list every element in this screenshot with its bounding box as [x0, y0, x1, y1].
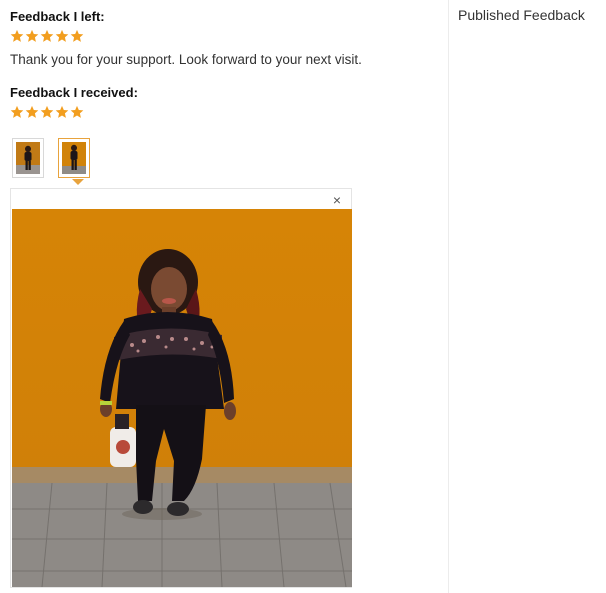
feedback-left-heading: Feedback I left: — [10, 9, 105, 24]
star-icon — [70, 29, 84, 42]
feedback-panel: Feedback I left: Thank you for your supp… — [0, 0, 448, 593]
feedback-left-rating — [10, 29, 84, 45]
feedback-received-rating — [10, 105, 84, 121]
feedback-photo[interactable] — [12, 209, 352, 587]
star-icon — [25, 29, 39, 42]
star-icon — [40, 29, 54, 42]
photo-thumbnail-image — [62, 142, 86, 174]
feedback-left-comment: Thank you for your support. Look forward… — [10, 52, 362, 67]
feedback-received-heading: Feedback I received: — [10, 85, 138, 100]
active-thumbnail-indicator — [72, 179, 84, 185]
close-icon[interactable]: × — [333, 192, 341, 208]
star-icon — [70, 105, 84, 118]
star-icon — [55, 105, 69, 118]
sidebar: Published Feedback — [448, 0, 606, 593]
star-icon — [10, 105, 24, 118]
star-icon — [25, 105, 39, 118]
star-icon — [55, 29, 69, 42]
photo-thumbnail-image — [16, 142, 40, 174]
published-feedback-title[interactable]: Published Feedback — [458, 7, 585, 23]
photo-thumbnail-2[interactable] — [58, 138, 90, 178]
star-icon — [10, 29, 24, 42]
star-icon — [40, 105, 54, 118]
photo-viewer: × — [10, 188, 352, 588]
photo-thumbnail-1[interactable] — [12, 138, 44, 178]
